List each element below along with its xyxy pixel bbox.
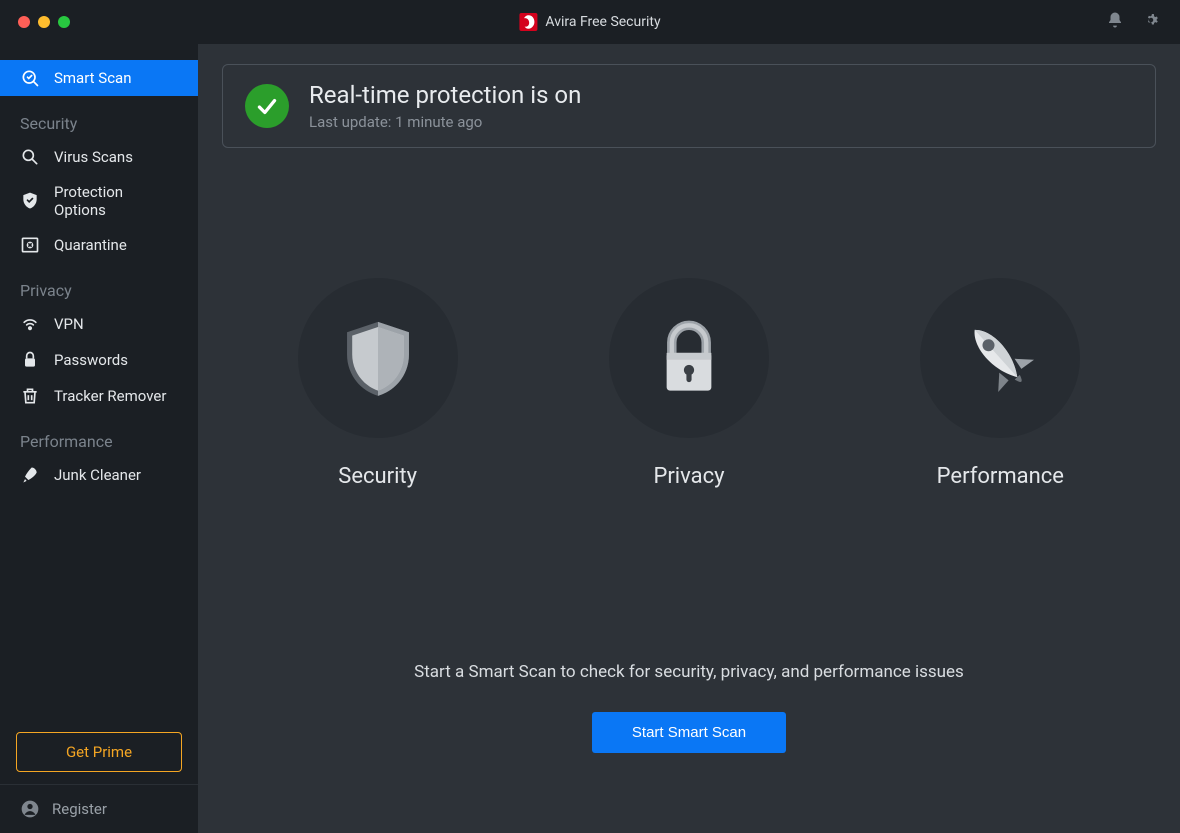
sidebar-item-vpn[interactable]: VPN — [0, 306, 198, 342]
sidebar-item-label: Virus Scans — [54, 148, 133, 166]
sidebar-item-label: VPN — [54, 315, 84, 333]
get-prime-label: Get Prime — [66, 743, 132, 761]
feature-performance[interactable]: Performance — [920, 278, 1080, 489]
window-minimize-button[interactable] — [38, 16, 50, 28]
window-maximize-button[interactable] — [58, 16, 70, 28]
scan-prompt-text: Start a Smart Scan to check for security… — [222, 662, 1156, 682]
sidebar-item-label: Protection Options — [54, 183, 178, 219]
smart-scan-icon — [20, 68, 40, 88]
status-check-icon — [245, 84, 289, 128]
feature-privacy-label: Privacy — [653, 464, 724, 489]
sidebar-item-label: Passwords — [54, 351, 128, 369]
sidebar-item-label: Quarantine — [54, 236, 127, 254]
user-icon — [20, 799, 40, 819]
rocket-small-icon — [20, 465, 40, 485]
register-button[interactable]: Register — [0, 784, 198, 833]
app-title-group: Avira Free Security — [519, 13, 660, 31]
rocket-large-icon — [920, 278, 1080, 438]
sidebar-item-label: Tracker Remover — [54, 387, 166, 405]
status-title: Real-time protection is on — [309, 81, 581, 109]
feature-security-label: Security — [338, 464, 417, 489]
vpn-signal-icon — [20, 314, 40, 334]
sidebar-item-passwords[interactable]: Passwords — [0, 342, 198, 378]
window-close-button[interactable] — [18, 16, 30, 28]
sidebar-item-smart-scan[interactable]: Smart Scan — [0, 60, 198, 96]
get-prime-button[interactable]: Get Prime — [16, 732, 182, 772]
sidebar: Smart Scan Security Virus Scans Protecti… — [0, 44, 198, 833]
sidebar-item-label: Smart Scan — [54, 69, 132, 87]
status-card: Real-time protection is on Last update: … — [222, 64, 1156, 148]
sidebar-heading-privacy: Privacy — [0, 263, 198, 306]
register-label: Register — [52, 800, 107, 818]
sidebar-item-tracker-remover[interactable]: Tracker Remover — [0, 378, 198, 414]
feature-performance-label: Performance — [937, 464, 1064, 489]
trash-icon — [20, 386, 40, 406]
sidebar-item-quarantine[interactable]: Quarantine — [0, 227, 198, 263]
settings-icon[interactable] — [1142, 11, 1160, 33]
titlebar: Avira Free Security — [0, 0, 1180, 44]
start-smart-scan-button[interactable]: Start Smart Scan — [592, 712, 786, 753]
sidebar-item-junk-cleaner[interactable]: Junk Cleaner — [0, 457, 198, 493]
status-subtitle: Last update: 1 minute ago — [309, 113, 581, 131]
sidebar-item-protection-options[interactable]: Protection Options — [0, 175, 198, 227]
shield-large-icon — [298, 278, 458, 438]
lock-icon — [20, 350, 40, 370]
scan-button-label: Start Smart Scan — [632, 724, 746, 741]
shield-check-icon — [20, 191, 40, 211]
notifications-icon[interactable] — [1106, 11, 1124, 33]
window-controls — [0, 16, 70, 28]
magnify-scan-icon — [20, 147, 40, 167]
lock-large-icon — [609, 278, 769, 438]
main-content: Real-time protection is on Last update: … — [198, 44, 1180, 833]
features-row: Security Privacy — [222, 278, 1156, 489]
avira-logo-icon — [519, 13, 537, 31]
sidebar-item-virus-scans[interactable]: Virus Scans — [0, 139, 198, 175]
sidebar-heading-security: Security — [0, 96, 198, 139]
app-title: Avira Free Security — [545, 14, 660, 30]
sidebar-heading-performance: Performance — [0, 414, 198, 457]
sidebar-item-label: Junk Cleaner — [54, 466, 141, 484]
quarantine-box-icon — [20, 235, 40, 255]
feature-privacy[interactable]: Privacy — [609, 278, 769, 489]
feature-security[interactable]: Security — [298, 278, 458, 489]
